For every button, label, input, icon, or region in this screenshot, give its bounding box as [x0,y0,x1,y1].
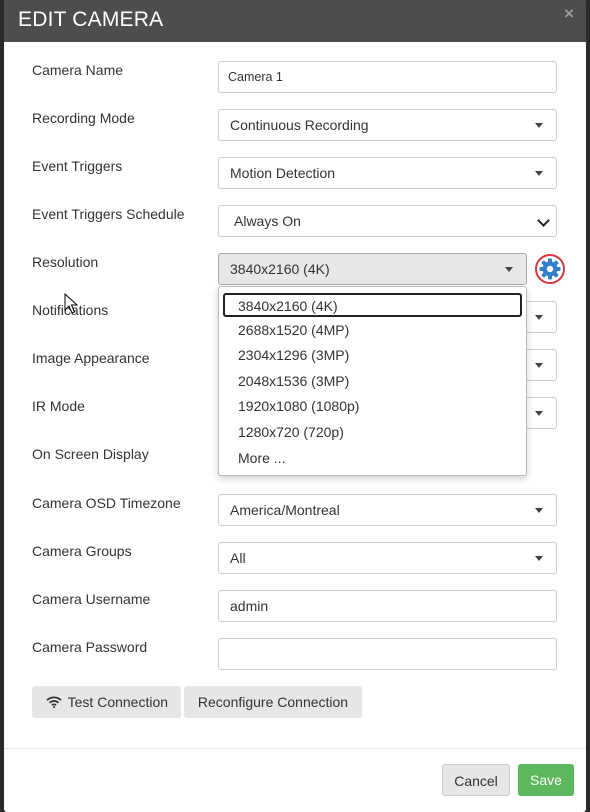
modal-header: EDIT CAMERA × [4,0,586,42]
resolution-select[interactable]: 3840x2160 (4K) [218,253,527,285]
resolution-option[interactable]: 2304x1296 (3MP) [223,344,522,368]
event-triggers-schedule-value: Always On [234,213,301,229]
close-icon[interactable]: × [564,4,574,24]
recording-mode-select[interactable]: Continuous Recording [218,109,557,141]
test-connection-button[interactable]: Test Connection [32,686,181,718]
resolution-option[interactable]: 1280x720 (720p) [223,421,522,445]
recording-mode-value: Continuous Recording [230,117,369,133]
cancel-button[interactable]: Cancel [442,764,510,796]
on-screen-display-label: On Screen Display [32,446,149,462]
reconfigure-connection-button[interactable]: Reconfigure Connection [184,686,362,718]
test-connection-label: Test Connection [67,694,169,710]
resolution-option[interactable]: 2688x1520 (4MP) [223,319,522,343]
camera-name-input[interactable]: Camera 1 [218,61,557,93]
ir-mode-label: IR Mode [32,398,85,414]
camera-password-input[interactable] [218,638,557,670]
modal-footer-divider [4,748,586,749]
row-camera-username: Camera Username admin [4,590,586,631]
camera-username-label: Camera Username [32,591,151,607]
save-button[interactable]: Save [518,764,574,796]
event-triggers-schedule-select[interactable]: Always On [218,205,557,237]
event-triggers-value: Motion Detection [230,165,336,181]
caret-down-icon [535,556,543,561]
camera-groups-label: Camera Groups [32,543,132,559]
camera-username-input[interactable]: admin [218,590,557,622]
camera-groups-value: All [230,550,246,566]
event-triggers-select[interactable]: Motion Detection [218,157,557,189]
event-triggers-schedule-label: Event Triggers Schedule [32,206,185,222]
resolution-dropdown-list: 3840x2160 (4K) 2688x1520 (4MP) 2304x1296… [218,286,527,476]
caret-down-icon [505,267,513,272]
camera-password-label: Camera Password [32,639,148,655]
chevron-down-icon [537,214,550,227]
caret-down-icon [535,363,543,368]
caret-down-icon [535,508,543,513]
wifi-icon [46,696,62,708]
event-triggers-label: Event Triggers [32,158,123,174]
row-camera-name: Camera Name Camera 1 [4,61,586,102]
image-appearance-label: Image Appearance [32,350,150,366]
caret-down-icon [535,171,543,176]
camera-groups-select[interactable]: All [218,542,557,574]
mouse-cursor-icon [64,293,78,314]
modal-title: EDIT CAMERA [18,8,164,31]
row-camera-password: Camera Password [4,638,586,679]
recording-mode-label: Recording Mode [32,110,135,126]
resolution-value: 3840x2160 (4K) [230,261,330,277]
camera-osd-timezone-select[interactable]: America/Montreal [218,494,557,526]
row-camera-groups: Camera Groups All [4,542,586,583]
camera-osd-timezone-value: America/Montreal [230,502,340,518]
camera-osd-timezone-label: Camera OSD Timezone [32,495,181,511]
caret-down-icon [535,315,543,320]
resolution-label: Resolution [32,254,99,270]
gear-icon[interactable] [534,253,566,285]
resolution-option[interactable]: 2048x1536 (3MP) [223,370,522,394]
row-camera-osd-timezone: Camera OSD Timezone America/Montreal [4,494,586,535]
row-event-triggers: Event Triggers Motion Detection [4,157,586,198]
caret-down-icon [535,123,543,128]
row-event-triggers-schedule: Event Triggers Schedule Always On [4,205,586,246]
reconfigure-connection-label: Reconfigure Connection [197,694,349,710]
resolution-option[interactable]: 3840x2160 (4K) [223,293,522,317]
edit-camera-modal: EDIT CAMERA × Camera Name Camera 1 Recor… [4,0,586,812]
caret-down-icon [535,411,543,416]
resolution-option-more[interactable]: More ... [223,447,522,471]
resolution-option[interactable]: 1920x1080 (1080p) [223,395,522,419]
camera-name-label: Camera Name [32,62,124,78]
row-recording-mode: Recording Mode Continuous Recording [4,109,586,150]
